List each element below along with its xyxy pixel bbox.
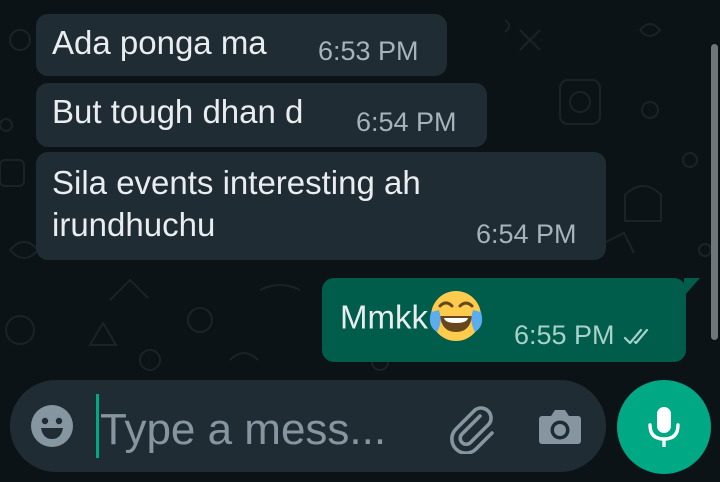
- message-input[interactable]: Type a mess...: [100, 404, 386, 456]
- message-time: 6:53 PM: [318, 36, 419, 66]
- scrollbar[interactable]: [711, 44, 718, 340]
- message-text: But tough dhan d: [52, 93, 304, 130]
- message-time-text: 6:55 PM: [514, 320, 615, 350]
- message-bubble-incoming[interactable]: Ada ponga ma 6:53 PM: [36, 14, 447, 76]
- chat-screen: Ada ponga ma 6:53 PM But tough dhan d 6:…: [0, 0, 720, 482]
- message-time: 6:54 PM: [476, 219, 577, 249]
- paperclip-icon[interactable]: [446, 402, 498, 454]
- message-content: Mmkk: [340, 291, 484, 344]
- message-time: 6:54 PM: [356, 107, 457, 137]
- message-bubble-outgoing[interactable]: Mmkk 6:55 PM: [322, 278, 700, 362]
- message-bubble-incoming[interactable]: Sila events interesting ah irundhuchu 6:…: [36, 152, 606, 260]
- face-with-tears-of-joy-icon: [429, 291, 483, 341]
- message-text: Sila events interesting ah irundhuchu: [52, 164, 421, 243]
- message-text: Mmkk: [340, 298, 428, 336]
- bubble-tail: [684, 278, 700, 296]
- emoji-face-icon[interactable]: [30, 404, 74, 448]
- message-text: Ada ponga ma: [52, 24, 267, 61]
- read-double-tick-icon: [623, 328, 648, 344]
- message-time: 6:55 PM: [514, 320, 655, 350]
- camera-icon[interactable]: [536, 404, 584, 448]
- microphone-icon: [648, 407, 680, 447]
- text-cursor: [96, 394, 99, 458]
- message-composer[interactable]: Type a mess...: [10, 380, 606, 472]
- microphone-button[interactable]: [617, 380, 711, 474]
- message-bubble-incoming[interactable]: But tough dhan d 6:54 PM: [36, 83, 487, 147]
